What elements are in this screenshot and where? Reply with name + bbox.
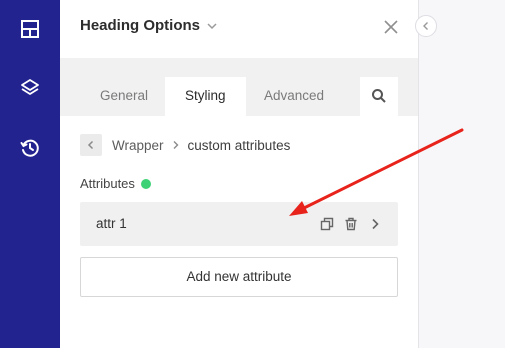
chevron-left-icon	[87, 140, 94, 150]
breadcrumb: Wrapper custom attributes	[80, 134, 290, 156]
tab-bar: General Styling Advanced	[60, 58, 418, 116]
status-dot	[140, 178, 151, 189]
attributes-heading: Attributes	[80, 176, 151, 191]
chevron-down-icon	[207, 22, 217, 29]
tab-styling[interactable]: Styling	[165, 77, 246, 116]
canvas-area	[418, 0, 505, 348]
layout-grid-icon[interactable]	[18, 17, 42, 41]
search-icon	[372, 89, 386, 103]
tab-advanced[interactable]: Advanced	[244, 77, 344, 116]
attribute-item[interactable]: attr 1	[80, 202, 398, 246]
heading-options-panel: Heading Options General Styling Advanced…	[60, 0, 418, 348]
tab-general[interactable]: General	[80, 77, 168, 116]
left-sidebar	[0, 0, 60, 348]
panel-title-dropdown[interactable]: Heading Options	[80, 17, 218, 34]
breadcrumb-current: custom attributes	[187, 137, 291, 153]
search-button[interactable]	[360, 77, 398, 116]
collapse-panel-button[interactable]	[415, 15, 437, 37]
panel-title: Heading Options	[80, 17, 200, 34]
delete-icon[interactable]	[344, 217, 358, 231]
duplicate-icon[interactable]	[320, 217, 334, 231]
breadcrumb-parent[interactable]: Wrapper	[112, 138, 164, 153]
history-icon[interactable]	[18, 136, 42, 160]
layers-icon[interactable]	[18, 76, 42, 100]
attribute-name: attr 1	[96, 216, 127, 231]
panel-header: Heading Options	[60, 0, 418, 58]
chevron-left-icon	[423, 22, 428, 30]
chevron-right-icon[interactable]	[368, 217, 382, 231]
breadcrumb-separator-icon	[173, 141, 179, 149]
attributes-label: Attributes	[80, 176, 135, 191]
close-icon[interactable]	[382, 18, 400, 36]
back-button[interactable]	[80, 134, 102, 156]
add-attribute-button[interactable]: Add new attribute	[80, 257, 398, 297]
